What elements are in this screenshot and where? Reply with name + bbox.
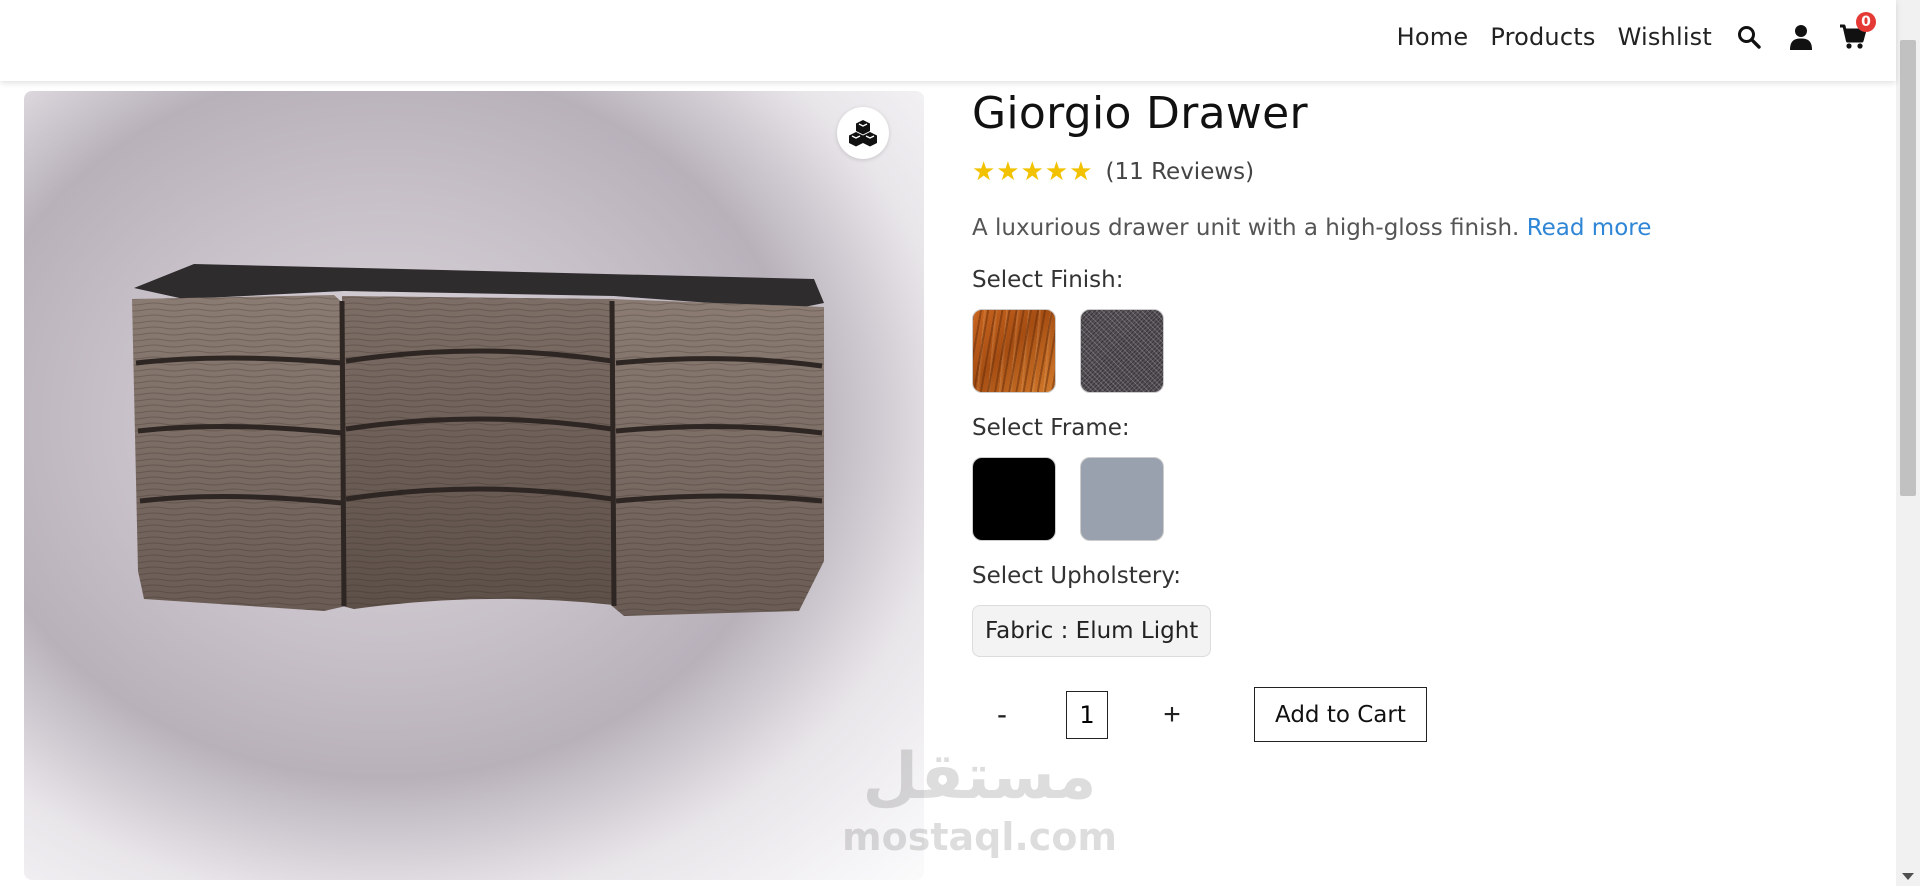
scrollbar-thumb[interactable] (1900, 40, 1916, 496)
rating-row: ★★★★★ (11 Reviews) (972, 157, 1852, 187)
nav-links: Home Products Wishlist 0 (1375, 12, 1876, 52)
frame-swatch-gray[interactable] (1080, 457, 1164, 541)
finish-label: Select Finish: (972, 267, 1124, 293)
quantity-row: - + Add to Cart (972, 687, 1852, 742)
drawer-illustration (132, 264, 824, 616)
frame-swatch-black[interactable] (972, 457, 1056, 541)
quantity-input[interactable] (1066, 690, 1108, 739)
add-to-cart-button[interactable]: Add to Cart (1254, 687, 1427, 742)
star-rating: ★★★★★ (972, 157, 1094, 187)
top-navbar: Home Products Wishlist 0 (0, 0, 1896, 81)
decrease-quantity-button[interactable]: - (972, 698, 1032, 732)
ar-view-button[interactable] (837, 107, 889, 159)
finish-swatch-gray-fabric[interactable] (1080, 309, 1164, 393)
upholstery-label: Select Upholstery: (972, 563, 1182, 589)
description-text: A luxurious drawer unit with a high-glos… (972, 215, 1520, 241)
cart-icon[interactable]: 0 (1838, 12, 1876, 52)
increase-quantity-button[interactable]: + (1142, 698, 1202, 732)
nav-home-link[interactable]: Home (1397, 23, 1469, 51)
search-icon[interactable] (1734, 22, 1764, 52)
product-description: A luxurious drawer unit with a high-glos… (972, 215, 1852, 241)
reviews-count[interactable]: (11 Reviews) (1106, 159, 1255, 185)
finish-swatches (972, 309, 1852, 393)
page-scrollbar[interactable] (1896, 0, 1920, 886)
product-image (24, 91, 924, 880)
watermark: مستقل mostaql.com (842, 745, 1117, 859)
scroll-down-arrow-icon[interactable] (1902, 873, 1914, 880)
upholstery-option[interactable]: Fabric : Elum Light (972, 605, 1212, 657)
user-icon[interactable] (1786, 22, 1816, 52)
product-details: Giorgio Drawer ★★★★★ (11 Reviews) A luxu… (972, 88, 1852, 742)
watermark-latin: mostaql.com (842, 815, 1118, 859)
finish-swatch-wood[interactable] (972, 309, 1056, 393)
frame-swatches (972, 457, 1852, 541)
product-title: Giorgio Drawer (972, 88, 1308, 139)
cubes-icon (849, 120, 877, 147)
frame-label: Select Frame: (972, 415, 1130, 441)
nav-wishlist-link[interactable]: Wishlist (1618, 23, 1712, 51)
cart-count-badge: 0 (1856, 12, 1876, 32)
watermark-arabic: مستقل (862, 740, 1097, 814)
read-more-link[interactable]: Read more (1527, 215, 1652, 241)
nav-products-link[interactable]: Products (1490, 23, 1595, 51)
